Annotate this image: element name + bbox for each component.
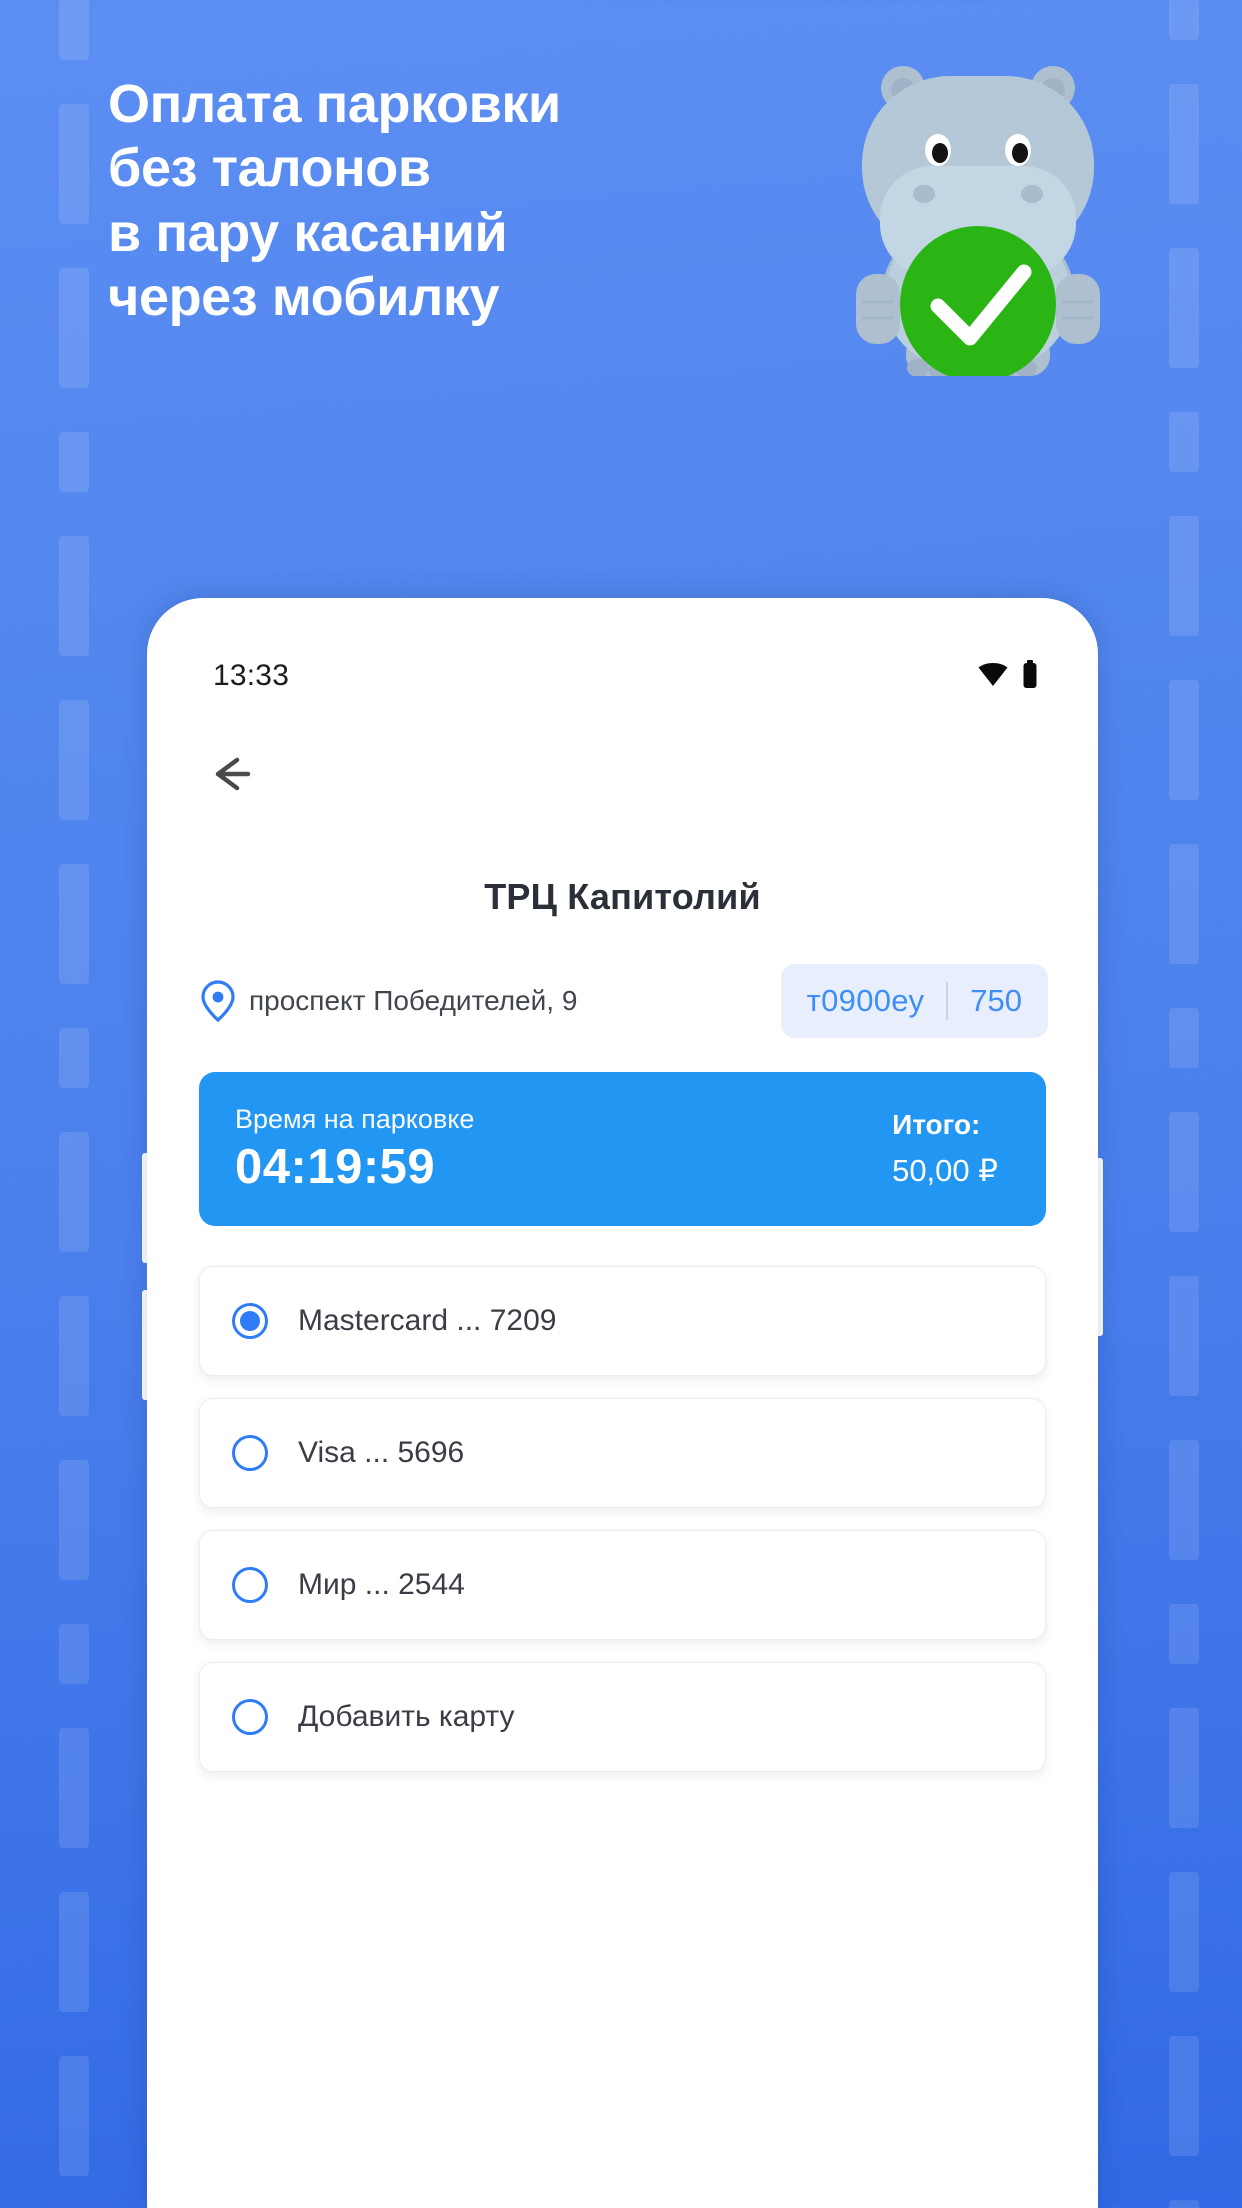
status-bar-icons: [978, 659, 1038, 693]
decorative-dash: [1169, 0, 1199, 40]
timer-right-group: Итого: 50,00 ₽: [892, 1109, 1006, 1189]
decorative-dash-column-left: [59, 0, 89, 2208]
venue-title: ТРЦ Капитолий: [484, 876, 761, 917]
decorative-dash: [1169, 84, 1199, 204]
decorative-dash: [59, 432, 89, 492]
decorative-dash: [1169, 1112, 1199, 1232]
plate-number: т0900еу: [806, 983, 925, 1018]
plate-badge[interactable]: т0900еу 750: [780, 964, 1048, 1038]
decorative-dash: [59, 2056, 89, 2176]
decorative-dash: [1169, 844, 1199, 964]
decorative-dash: [1169, 1872, 1199, 1992]
decorative-dash: [1169, 2200, 1199, 2208]
green-check-circle: [900, 226, 1056, 382]
decorative-dash: [1169, 248, 1199, 368]
back-button[interactable]: [203, 748, 259, 804]
address-row: проспект Победителей, 9 т0900еу 750: [199, 964, 1048, 1038]
decorative-dash: [59, 1296, 89, 1416]
decorative-dash: [59, 1028, 89, 1088]
decorative-dash: [1169, 516, 1199, 636]
arrow-left-icon: [207, 754, 255, 799]
app-topbar: [147, 728, 1098, 824]
decorative-dash: [59, 0, 89, 60]
decorative-dash: [59, 536, 89, 656]
total-label: Итого:: [892, 1109, 981, 1140]
timer-value: 04:19:59: [235, 1139, 436, 1194]
decorative-dash: [59, 1460, 89, 1580]
decorative-dash: [59, 1728, 89, 1848]
radio-button[interactable]: [232, 1303, 268, 1339]
decorative-dash: [1169, 412, 1199, 472]
payment-method-row[interactable]: Mastercard ... 7209: [199, 1266, 1046, 1376]
decorative-dash: [1169, 2036, 1199, 2156]
decorative-dash: [59, 864, 89, 984]
timer-left-group: Время на парковке 04:19:59: [235, 1104, 474, 1195]
decorative-dash: [59, 1132, 89, 1252]
decorative-dash: [1169, 1604, 1199, 1664]
phone-mockup: 13:33 ТРЦ Капитолий проспект Победителей…: [147, 598, 1098, 2208]
promo-headline: Оплата парковки без талонов в пару касан…: [108, 74, 561, 327]
decorative-dash: [59, 700, 89, 820]
radio-button[interactable]: [232, 1435, 268, 1471]
payment-method-label: Visa ... 5696: [298, 1436, 465, 1469]
decorative-dash: [1169, 1008, 1199, 1068]
status-bar: 13:33: [147, 648, 1098, 704]
radio-button[interactable]: [232, 1699, 268, 1735]
payment-method-row[interactable]: Мир ... 2544: [199, 1530, 1046, 1640]
decorative-dash: [1169, 1440, 1199, 1560]
decorative-dash: [59, 104, 89, 224]
decorative-dash-column-right: [1169, 0, 1199, 2208]
plate-separator: [946, 982, 949, 1020]
timer-label: Время на парковке: [235, 1103, 475, 1134]
decorative-dash: [1169, 1276, 1199, 1396]
battery-icon: [1022, 659, 1038, 693]
wifi-icon: [978, 661, 1008, 692]
plate-region: 750: [970, 983, 1022, 1018]
payment-method-label: Mastercard ... 7209: [298, 1304, 557, 1337]
hippo-mascot: [828, 46, 1128, 382]
decorative-dash: [59, 1624, 89, 1684]
payment-method-list: Mastercard ... 7209 Visa ... 5696 Мир ... …: [199, 1266, 1046, 1772]
decorative-dash: [1169, 1708, 1199, 1828]
payment-method-label: Мир ... 2544: [298, 1568, 465, 1601]
location-pin-icon: [201, 980, 235, 1022]
decorative-dash: [59, 268, 89, 388]
total-value: 50,00 ₽: [892, 1153, 998, 1188]
parking-timer-card: Время на парковке 04:19:59 Итого: 50,00 …: [199, 1072, 1046, 1226]
payment-method-row[interactable]: Visa ... 5696: [199, 1398, 1046, 1508]
radio-button[interactable]: [232, 1567, 268, 1603]
address-text: проспект Победителей, 9: [249, 985, 578, 1016]
payment-method-label: Добавить карту: [298, 1700, 515, 1733]
app-content: ТРЦ Капитолий проспект Победителей, 9 т0…: [147, 848, 1098, 2208]
decorative-dash: [1169, 680, 1199, 800]
status-bar-time: 13:33: [213, 659, 290, 692]
payment-method-row[interactable]: Добавить карту: [199, 1662, 1046, 1772]
decorative-dash: [59, 1892, 89, 2012]
